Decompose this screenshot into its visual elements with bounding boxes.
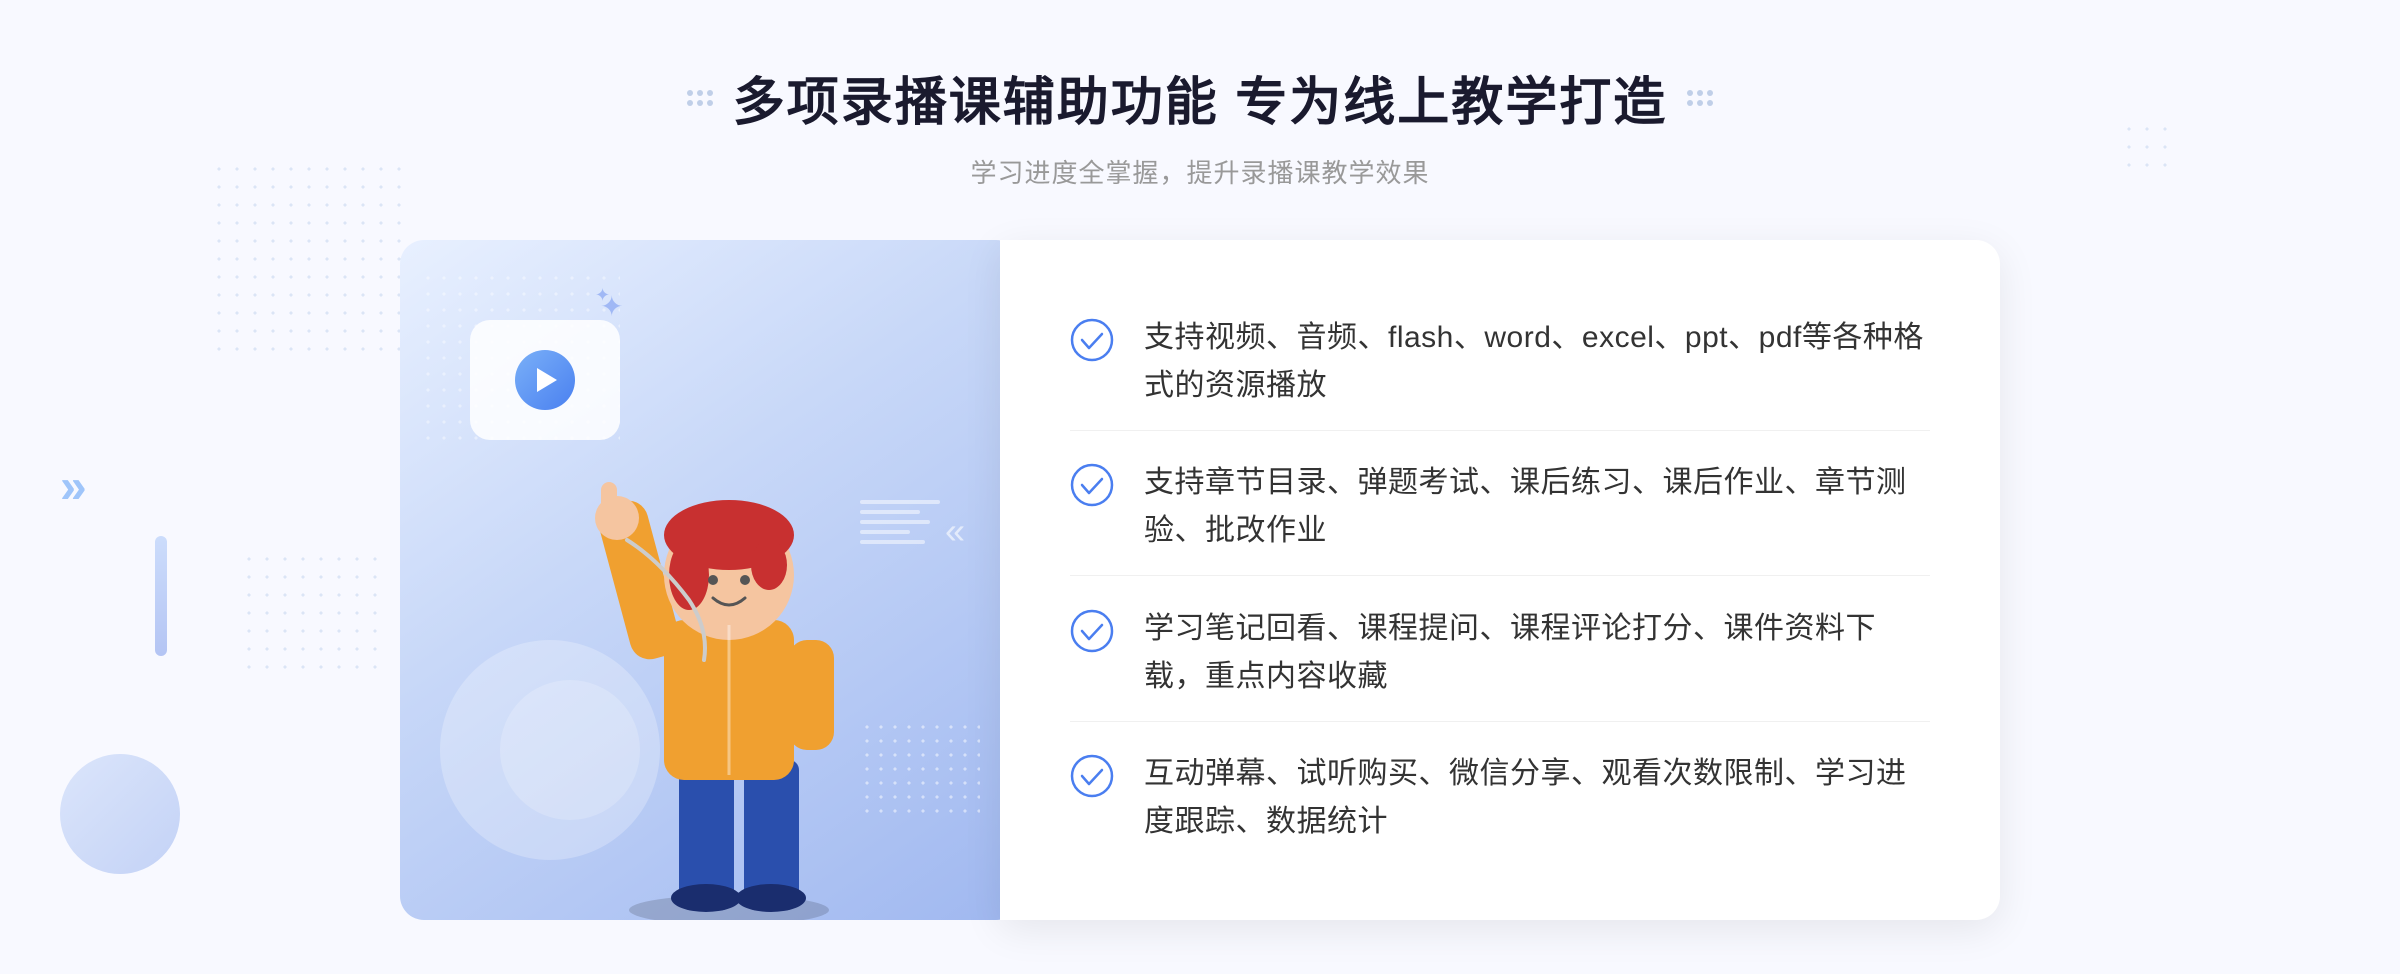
chevron-left-decoration: »: [60, 460, 87, 515]
page-subtitle: 学习进度全掌握，提升录播课教学效果: [687, 153, 1713, 190]
title-dot: [1707, 100, 1713, 106]
title-dots-right: [1687, 90, 1713, 106]
title-dot: [707, 90, 713, 96]
feature-item-4: 互动弹幕、试听购买、微信分享、观看次数限制、学习进度跟踪、数据统计: [1070, 730, 1930, 866]
feature-item-2: 支持章节目录、弹题考试、课后练习、课后作业、章节测验、批改作业: [1070, 439, 1930, 576]
feature-item-1: 支持视频、音频、flash、word、excel、ppt、pdf等各种格式的资源…: [1070, 294, 1930, 431]
check-icon-1: [1070, 318, 1114, 362]
title-dot: [687, 100, 693, 106]
feature-text-3: 学习笔记回看、课程提问、课程评论打分、课件资料下载，重点内容收藏: [1144, 605, 1930, 701]
illustration-card: ✦ ✦ «: [400, 240, 1020, 920]
title-dot: [697, 100, 703, 106]
dot-pattern-left: [210, 160, 410, 360]
content-area: ✦ ✦ «: [400, 240, 2000, 920]
header-section: 多项录播课辅助功能 专为线上教学打造 学习进度全掌握，提升录播课教学效果: [687, 60, 1713, 190]
chevron-decoration-card: «: [945, 510, 965, 552]
check-icon-2: [1070, 463, 1114, 507]
feature-item-3: 学习笔记回看、课程提问、课程评论打分、课件资料下载，重点内容收藏: [1070, 585, 1930, 722]
main-title: 多项录播课辅助功能 专为线上教学打造: [733, 60, 1667, 135]
page-container: » 多项录播课辅助功能 专为线上教学打造: [0, 0, 2400, 974]
feature-text-1: 支持视频、音频、flash、word、excel、ppt、pdf等各种格式的资源…: [1144, 314, 1930, 410]
title-dot: [1707, 90, 1713, 96]
title-dot: [687, 90, 693, 96]
sparkle-small: ✦: [595, 285, 610, 306]
decoration-circle-bottom: [60, 754, 180, 874]
title-dots-left: [687, 90, 713, 106]
feature-text-2: 支持章节目录、弹题考试、课后练习、课后作业、章节测验、批改作业: [1144, 459, 1930, 555]
feature-text-4: 互动弹幕、试听购买、微信分享、观看次数限制、学习进度跟踪、数据统计: [1144, 750, 1930, 846]
decoration-bar-left: [155, 536, 167, 656]
title-dot: [1687, 90, 1693, 96]
check-icon-4: [1070, 754, 1114, 798]
title-dot: [1687, 100, 1693, 106]
check-icon-3: [1070, 609, 1114, 653]
title-dot: [1697, 100, 1703, 106]
title-dot: [1697, 90, 1703, 96]
play-triangle-icon: [537, 368, 557, 392]
title-dot: [697, 90, 703, 96]
person-illustration: [539, 400, 919, 920]
title-row: 多项录播课辅助功能 专为线上教学打造: [687, 60, 1713, 135]
right-panel: 支持视频、音频、flash、word、excel、ppt、pdf等各种格式的资源…: [1000, 240, 2000, 920]
dot-pattern-right: [2120, 120, 2180, 180]
dot-pattern-left2: [240, 550, 390, 670]
title-dot: [707, 100, 713, 106]
